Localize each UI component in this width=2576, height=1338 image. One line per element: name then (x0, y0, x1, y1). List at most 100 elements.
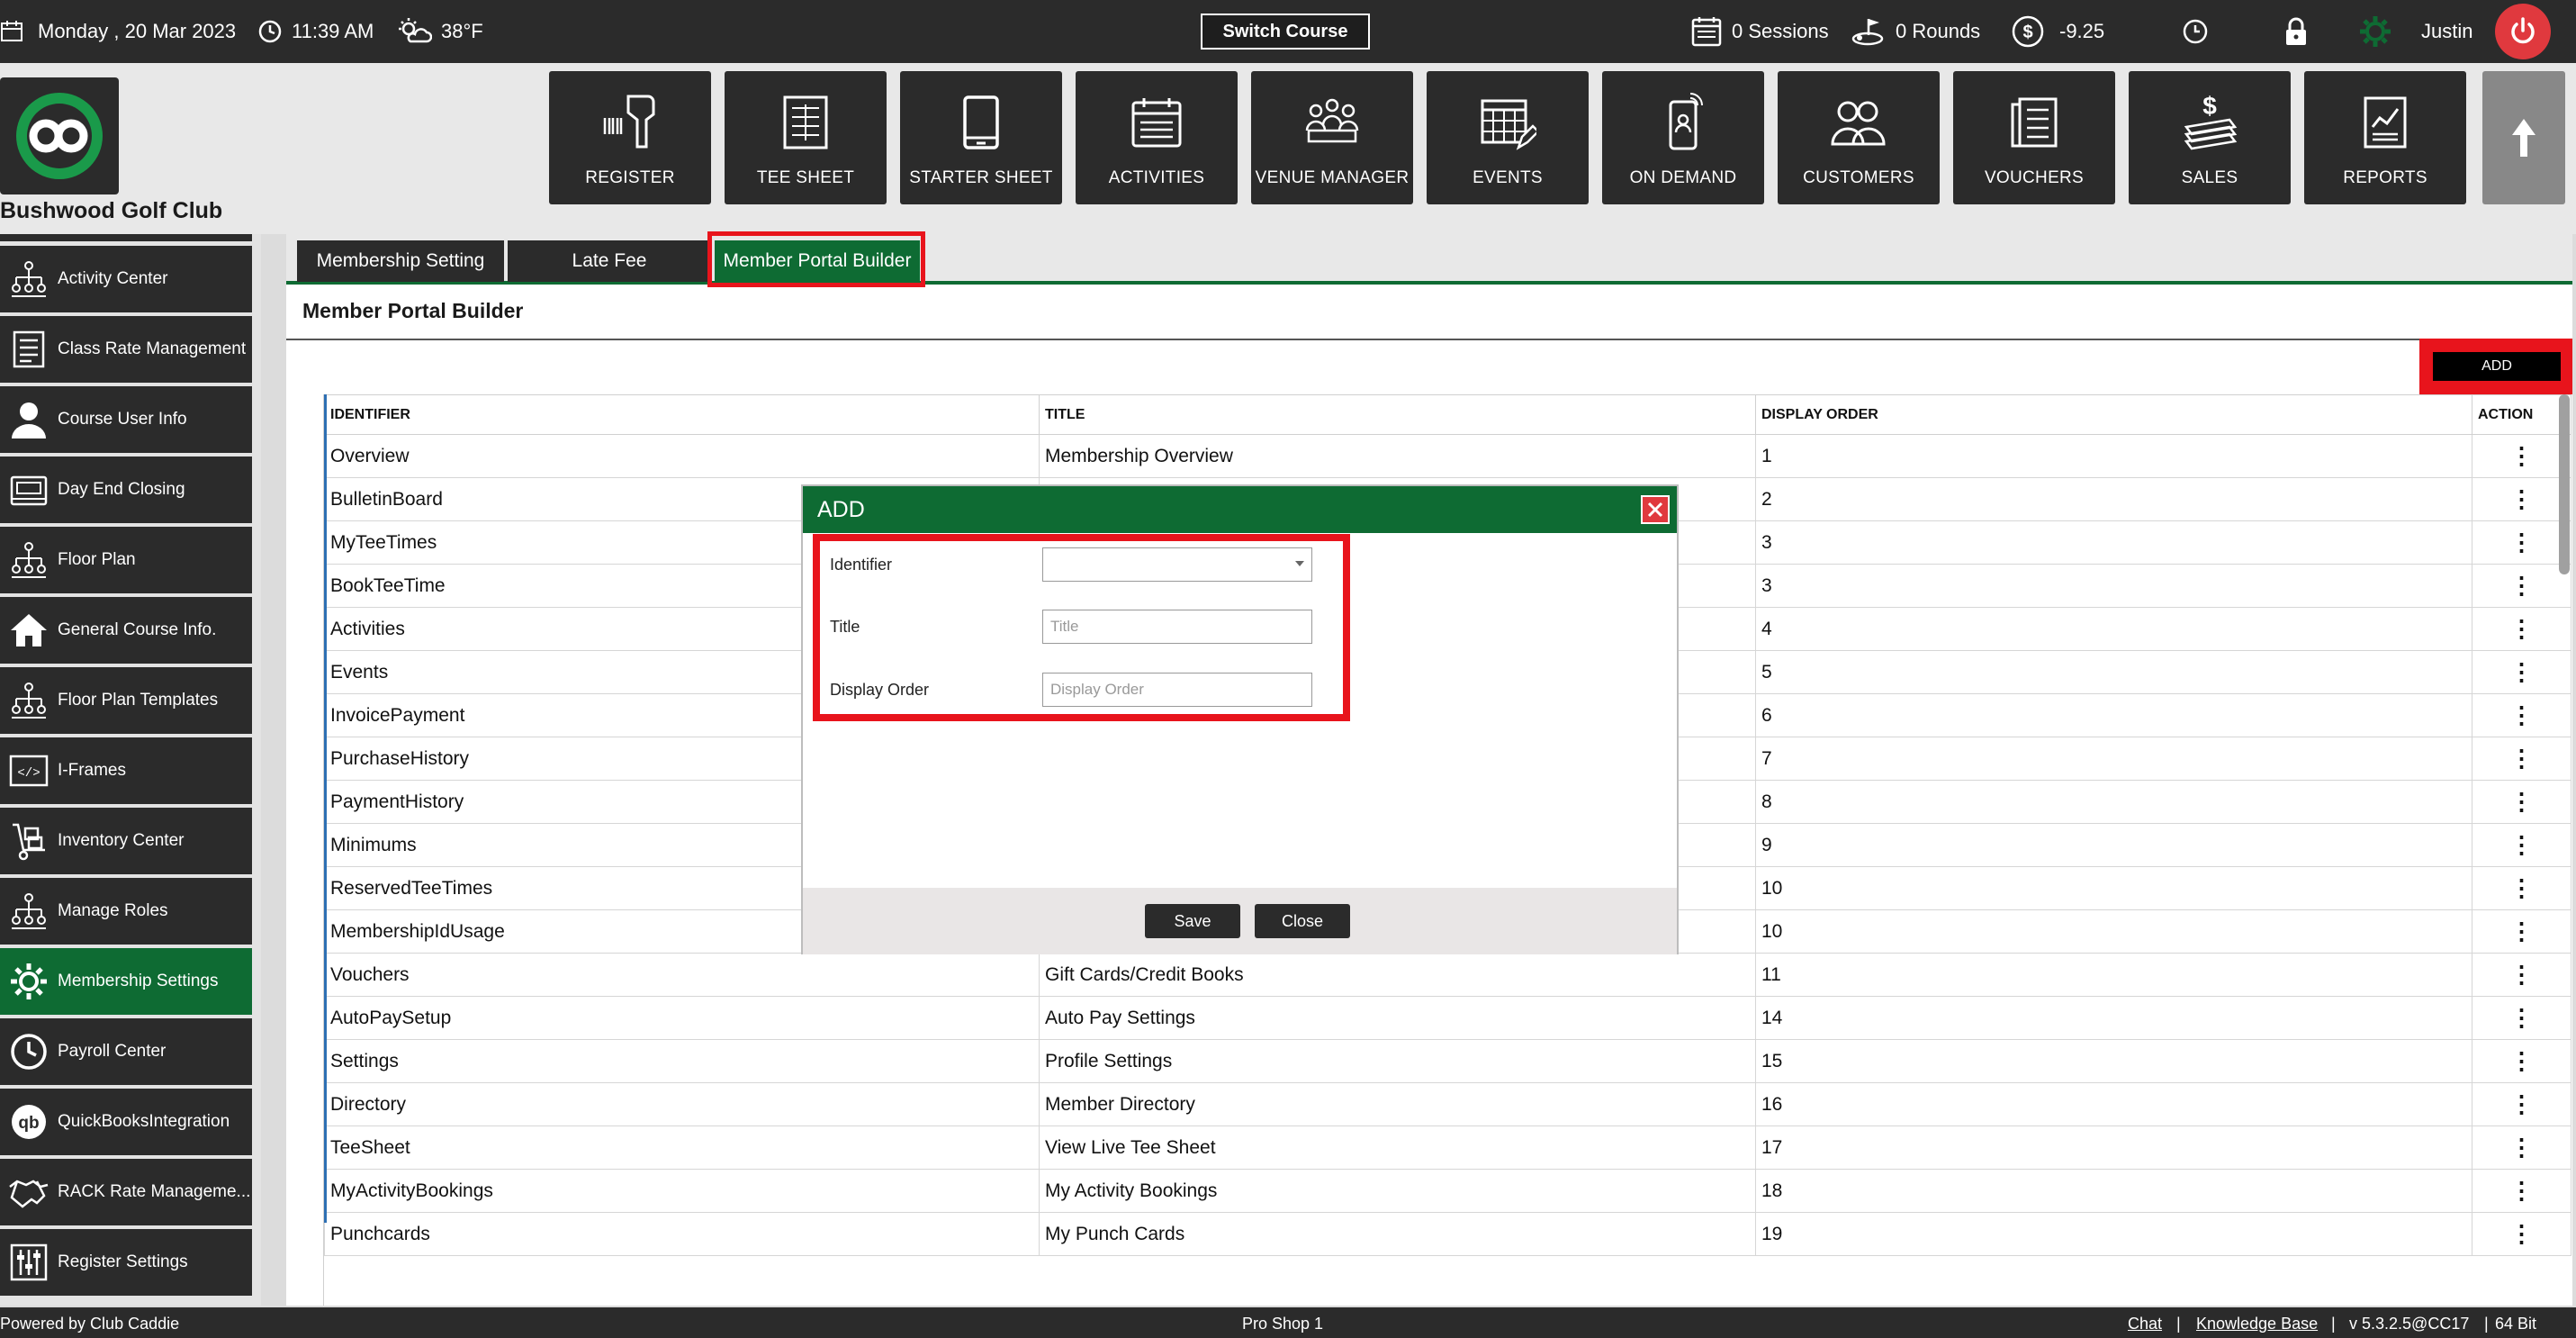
row-action-menu-icon[interactable]: ⋮ (2472, 1212, 2571, 1256)
identifier-select[interactable] (1042, 547, 1312, 582)
module-events-label: EVENTS (1473, 168, 1543, 187)
row-action-menu-icon[interactable]: ⋮ (2472, 1082, 2571, 1126)
sidebar-item-class-rate-management[interactable]: Class Rate Management (0, 316, 252, 383)
time-display: 11:39 AM (257, 0, 374, 63)
row-action-menu-icon[interactable]: ⋮ (2472, 953, 2571, 997)
weather-text: 38°F (441, 20, 483, 42)
table-row[interactable]: MyActivityBookings My Activity Bookings 18… (324, 1169, 2571, 1213)
table-row[interactable]: Punchcards My Punch Cards 19 ⋮ (324, 1212, 2571, 1256)
table-scrollbar[interactable] (2559, 394, 2570, 574)
module-starter-sheet[interactable]: STARTER SHEET (900, 71, 1062, 204)
lock-button[interactable] (2284, 0, 2308, 63)
history-button[interactable] (2182, 0, 2209, 63)
table-left-accent (324, 394, 327, 1223)
row-action-menu-icon[interactable]: ⋮ (2472, 520, 2571, 565)
logo-icon (16, 93, 103, 179)
table-row[interactable]: AutoPaySetup Auto Pay Settings 14 ⋮ (324, 996, 2571, 1040)
sidebar-item-day-end-closing[interactable]: Day End Closing (0, 457, 252, 523)
module-sales-label: SALES (2181, 168, 2238, 187)
row-action-menu-icon[interactable]: ⋮ (2472, 909, 2571, 954)
tab-membership-setting[interactable]: Membership Setting (297, 240, 504, 282)
module-sales[interactable]: $ SALES (2129, 71, 2291, 204)
row-action-menu-icon[interactable]: ⋮ (2472, 823, 2571, 867)
module-reports[interactable]: REPORTS (2304, 71, 2466, 204)
row-action-menu-icon[interactable]: ⋮ (2472, 693, 2571, 737)
rounds-display[interactable]: 0 Rounds (1849, 0, 1980, 63)
user-name[interactable]: Justin (2421, 0, 2472, 63)
sidebar-item-label: Floor Plan Templates (58, 691, 219, 710)
cell-display-order: 8 (1755, 780, 2472, 824)
cell-identifier: TeeSheet (324, 1126, 1040, 1170)
svg-text:qb: qb (18, 1114, 39, 1133)
module-register[interactable]: REGISTER (549, 71, 711, 204)
row-action-menu-icon[interactable]: ⋮ (2472, 1039, 2571, 1083)
row-action-menu-icon[interactable]: ⋮ (2472, 607, 2571, 651)
sidebar-item-manage-roles[interactable]: Manage Roles (0, 878, 252, 945)
upload-button[interactable] (2482, 71, 2565, 204)
row-action-menu-icon[interactable]: ⋮ (2472, 1169, 2571, 1213)
hierarchy-icon (12, 893, 46, 929)
sidebar-item-register-settings[interactable]: Register Settings (0, 1229, 252, 1296)
chat-link[interactable]: Chat (2128, 1315, 2162, 1333)
row-action-menu-icon[interactable]: ⋮ (2472, 780, 2571, 824)
col-header-display-order[interactable]: DISPLAY ORDER (1755, 394, 2472, 435)
add-button[interactable]: ADD (2433, 352, 2561, 381)
dialog-close-button[interactable] (1641, 495, 1670, 524)
row-action-menu-icon[interactable]: ⋮ (2472, 564, 2571, 608)
add-dialog: ADD Identifier Title Display Order Save … (801, 484, 1679, 954)
title-input[interactable] (1042, 610, 1312, 644)
module-vouchers[interactable]: VOUCHERS (1953, 71, 2115, 204)
cell-identifier: Settings (324, 1039, 1040, 1083)
switch-course-button[interactable]: Switch Course (1201, 14, 1370, 50)
sidebar-item-general-course-info[interactable]: General Course Info. (0, 597, 252, 664)
sidebar-item-i-frames[interactable]: </> I-Frames (0, 737, 252, 804)
sidebar-item-inventory-center[interactable]: Inventory Center (0, 808, 252, 874)
table-row[interactable]: TeeSheet View Live Tee Sheet 17 ⋮ (324, 1126, 2571, 1170)
sidebar-item-payroll-center[interactable]: Payroll Center (0, 1018, 252, 1085)
col-header-identifier[interactable]: IDENTIFIER (324, 394, 1040, 435)
module-venue-manager[interactable]: VENUE MANAGER (1251, 71, 1413, 204)
handshake-icon (9, 1180, 49, 1208)
module-events[interactable]: EVENTS (1427, 71, 1589, 204)
balance-display[interactable]: $ -9.25 (2011, 0, 2104, 63)
table-row[interactable]: Overview Membership Overview 1 ⋮ (324, 434, 2571, 478)
module-tee-sheet[interactable]: TEE SHEET (725, 71, 887, 204)
col-header-title[interactable]: TITLE (1039, 394, 1756, 435)
row-action-menu-icon[interactable]: ⋮ (2472, 866, 2571, 910)
sessions-calendar-icon (1691, 17, 1722, 47)
row-action-menu-icon[interactable]: ⋮ (2472, 737, 2571, 781)
module-activities[interactable]: ACTIVITIES (1076, 71, 1238, 204)
row-action-menu-icon[interactable]: ⋮ (2472, 434, 2571, 478)
table-row[interactable]: Vouchers Gift Cards/Credit Books 11 ⋮ (324, 953, 2571, 997)
tab-late-fee[interactable]: Late Fee (508, 240, 711, 282)
cell-display-order: 2 (1755, 477, 2472, 521)
sidebar-item-rack-rate-management[interactable]: RACK Rate Manageme... (0, 1159, 252, 1225)
sidebar-item-quickbooks-integration[interactable]: qb QuickBooksIntegration (0, 1089, 252, 1155)
sidebar-item-label: Floor Plan (58, 550, 136, 569)
cell-display-order: 18 (1755, 1169, 2472, 1213)
table-row[interactable]: Settings Profile Settings 15 ⋮ (324, 1039, 2571, 1083)
module-customers[interactable]: CUSTOMERS (1778, 71, 1940, 204)
sidebar-item-course-user-info[interactable]: Course User Info (0, 386, 252, 453)
row-action-menu-icon[interactable]: ⋮ (2472, 996, 2571, 1040)
knowledge-base-link[interactable]: Knowledge Base (2196, 1315, 2318, 1333)
rounds-text: 0 Rounds (1896, 20, 1981, 42)
save-button[interactable]: Save (1145, 904, 1240, 938)
sidebar-item-activity-center[interactable]: Activity Center (0, 246, 252, 312)
sidebar-item-floor-plan-templates[interactable]: Floor Plan Templates (0, 667, 252, 734)
sidebar-item-label: Activity Center (58, 269, 168, 288)
logout-button[interactable] (2495, 4, 2551, 59)
display-order-input[interactable] (1042, 673, 1312, 707)
top-bar: Monday , 20 Mar 2023 11:39 AM 38°F Switc… (0, 0, 2576, 63)
close-button[interactable]: Close (1255, 904, 1350, 938)
sidebar-item-partial[interactable] (0, 234, 252, 241)
sidebar-item-floor-plan[interactable]: Floor Plan (0, 527, 252, 593)
row-action-menu-icon[interactable]: ⋮ (2472, 650, 2571, 694)
settings-button[interactable] (2358, 0, 2392, 63)
module-on-demand[interactable]: ON DEMAND (1602, 71, 1764, 204)
sidebar-item-membership-settings[interactable]: Membership Settings (0, 948, 252, 1015)
table-row[interactable]: Directory Member Directory 16 ⋮ (324, 1082, 2571, 1126)
row-action-menu-icon[interactable]: ⋮ (2472, 1126, 2571, 1170)
sessions-display[interactable]: 0 Sessions (1690, 0, 1829, 63)
row-action-menu-icon[interactable]: ⋮ (2472, 477, 2571, 521)
